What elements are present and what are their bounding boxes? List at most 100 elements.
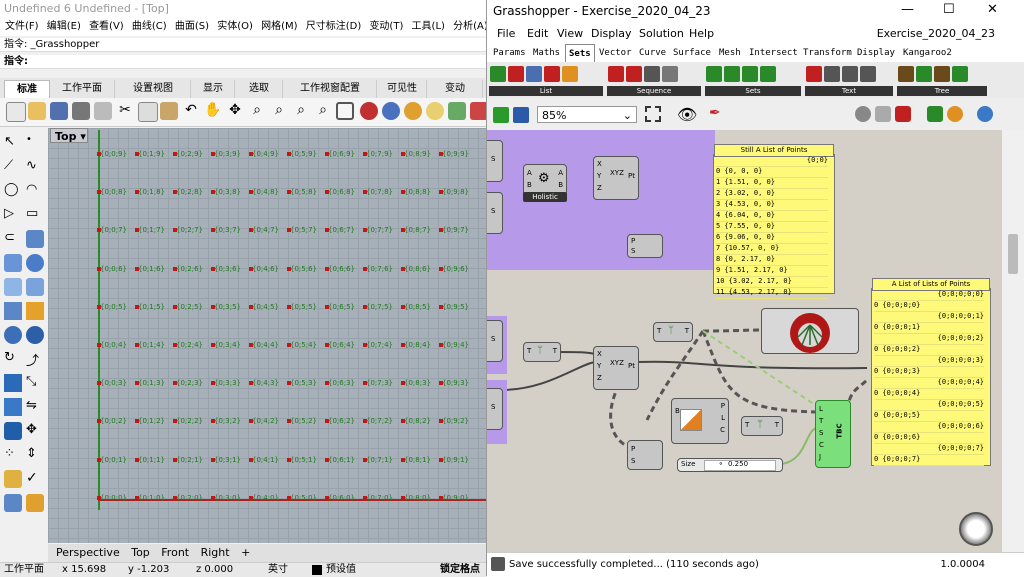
tbc-component[interactable]: L T S C J TBC: [815, 400, 851, 468]
viewport-tab-perspective[interactable]: Perspective: [56, 546, 120, 559]
mesh-preview-icon[interactable]: [927, 106, 943, 122]
set-difference-icon[interactable]: [724, 66, 740, 82]
globe-icon[interactable]: [977, 106, 993, 122]
gh-tab-transform[interactable]: Transform: [803, 44, 852, 62]
gh-vertical-scrollbar[interactable]: [1002, 130, 1024, 552]
sketch-pen-icon[interactable]: ✒: [709, 105, 721, 121]
minimize-icon[interactable]: —: [901, 2, 914, 17]
gh-tab-display[interactable]: Display: [857, 44, 895, 62]
sort-list-icon[interactable]: [526, 66, 542, 82]
point-tag: {0;6;6}: [325, 264, 355, 273]
add-viewport-tab[interactable]: +: [241, 546, 250, 559]
gh-tab-maths[interactable]: Maths: [533, 44, 560, 62]
tree-param-viewer[interactable]: [761, 308, 859, 354]
flatten-tree-icon[interactable]: [916, 66, 932, 82]
status-snap[interactable]: 锁定格点: [440, 563, 480, 577]
point-tag: {0;1;7}: [135, 226, 165, 235]
status-cplane: 工作平面: [4, 564, 44, 575]
gh-menu-file[interactable]: File: [497, 24, 515, 44]
scrollbar-thumb[interactable]: [1008, 234, 1018, 274]
gh-tab-intersect[interactable]: Intersect: [749, 44, 798, 62]
gh-tab-sets[interactable]: Sets: [565, 44, 595, 64]
preview-wire-icon[interactable]: [855, 106, 871, 122]
gh-tab-curve[interactable]: Curve: [639, 44, 666, 62]
gh-menu-solution[interactable]: Solution: [639, 24, 684, 44]
gh-menu-view[interactable]: View: [557, 24, 583, 44]
range-icon[interactable]: [662, 66, 678, 82]
param-s-3[interactable]: S: [487, 320, 503, 362]
purple-group-top[interactable]: [487, 130, 715, 270]
zoom-extents-icon[interactable]: [645, 106, 661, 122]
gh-menu-edit[interactable]: Edit: [527, 24, 548, 44]
reverse-list-icon[interactable]: [544, 66, 560, 82]
flatten-tree-icon: ᛘ: [757, 419, 763, 430]
viewport-tab-right[interactable]: Right: [201, 546, 230, 559]
preview-eye-icon[interactable]: 👁: [677, 105, 697, 124]
flatten-component-2[interactable]: T ᛘ T: [653, 322, 693, 342]
tree-stat-component-2[interactable]: PS: [627, 440, 663, 470]
list-length-icon[interactable]: [508, 66, 524, 82]
construct-point-component-1[interactable]: X Y Z XYZ Pt: [593, 156, 639, 200]
color-preview-icon[interactable]: [947, 106, 963, 122]
list-item-icon[interactable]: [490, 66, 506, 82]
point-tag: {0;1;0}: [135, 493, 165, 502]
param-s-4[interactable]: S: [487, 388, 503, 430]
zoom-dropdown[interactable]: 85% ⌄: [537, 106, 637, 123]
gh-tab-mesh[interactable]: Mesh: [719, 44, 741, 62]
point-tag: {0;5;4}: [287, 341, 317, 349]
tree-stat-component-1[interactable]: PS: [627, 234, 663, 258]
gh-menu-display[interactable]: Display: [591, 24, 632, 44]
slider-knob-icon[interactable]: ⚬: [718, 460, 724, 468]
save-document-icon[interactable]: [513, 107, 529, 123]
text-case-icon[interactable]: [842, 66, 858, 82]
point-tag: {0;3;7}: [211, 226, 241, 235]
gh-tab-params[interactable]: Params: [493, 44, 526, 62]
dispatch-icon[interactable]: [562, 66, 578, 82]
point-tag: {0;8;5}: [401, 302, 431, 311]
point-tag: {0;4;8}: [249, 188, 279, 197]
point-tag: {0;7;6}: [363, 264, 393, 273]
size-slider[interactable]: Size ⚬ 0.250: [677, 458, 783, 472]
status-layer[interactable]: 预设值: [326, 563, 356, 577]
text-sort-icon[interactable]: [860, 66, 876, 82]
flatten-component-3[interactable]: T ᛘ T: [741, 416, 783, 436]
ribbon-label-tree: Tree: [897, 86, 987, 96]
holistic-label: Holistic: [523, 192, 567, 202]
point-tag: {0;8;7}: [401, 226, 431, 235]
gh-menu-help[interactable]: Help: [689, 24, 714, 44]
param-s-1[interactable]: S: [487, 140, 503, 182]
preview-selected-icon[interactable]: [895, 106, 911, 122]
series-component[interactable]: B PLC: [671, 398, 729, 444]
text-split-icon[interactable]: [806, 66, 822, 82]
preview-shaded-icon[interactable]: [875, 106, 891, 122]
canvas-navigation-widget-icon[interactable]: [959, 512, 993, 546]
construct-point-component-2[interactable]: X Y Z XYZ Pt: [593, 346, 639, 390]
graft-tree-icon[interactable]: [934, 66, 950, 82]
point-tag: {0;6;4}: [325, 341, 355, 349]
gh-tab-surface[interactable]: Surface: [673, 44, 711, 62]
point-tag: {0;5;6}: [287, 264, 317, 273]
gh-tab-kangaroo2[interactable]: Kangaroo2: [903, 44, 952, 62]
viewport-tab-front[interactable]: Front: [161, 546, 189, 559]
set-intersection-icon[interactable]: [742, 66, 758, 82]
viewport-tab-top[interactable]: Top: [131, 546, 150, 559]
explode-tree-icon[interactable]: [898, 66, 914, 82]
point-tag: {0;0;7}: [97, 226, 127, 235]
gh-tab-vector[interactable]: Vector: [599, 44, 632, 62]
panel-list-of-lists[interactable]: A List of Lists of Points {0;0;0;0;0} 0 …: [871, 278, 991, 466]
param-s-2[interactable]: S: [487, 192, 503, 234]
text-join-icon[interactable]: [824, 66, 840, 82]
gh-canvas[interactable]: S S S S AB ⚙ AB Holistic X Y Z XYZ Pt PS…: [487, 130, 1002, 552]
maximize-icon[interactable]: ☐: [943, 2, 955, 17]
open-document-icon[interactable]: [493, 107, 509, 123]
panel-still-list-of-points[interactable]: Still A List of Points {0;0} 0 {0, 0, 0}…: [713, 144, 835, 299]
close-icon[interactable]: ✕: [987, 2, 998, 17]
member-index-icon[interactable]: [760, 66, 776, 82]
set-union-icon[interactable]: [706, 66, 722, 82]
series-icon[interactable]: [644, 66, 660, 82]
cull-index-icon[interactable]: [626, 66, 642, 82]
flatten-component-1[interactable]: T ᛘ T: [523, 342, 561, 362]
simplify-tree-icon[interactable]: [952, 66, 968, 82]
cull-pattern-icon[interactable]: [608, 66, 624, 82]
point-tag: {0;5;9}: [287, 150, 317, 158]
